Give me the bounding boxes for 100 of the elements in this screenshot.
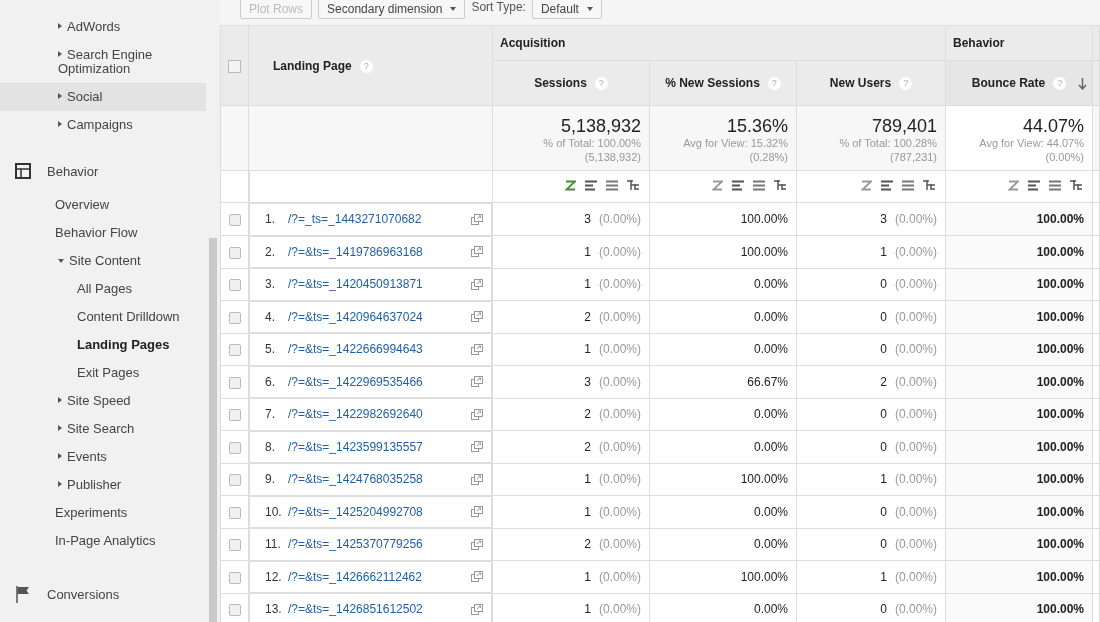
page-link[interactable]: /?=&ts=_1423599135557 xyxy=(288,439,471,454)
nav-item[interactable]: Overview xyxy=(0,191,206,219)
page-link[interactable]: /?=_ts=_1443271070682 xyxy=(288,212,471,227)
bar-view-icon[interactable] xyxy=(585,179,597,191)
pivot-view-icon[interactable] xyxy=(1070,179,1083,192)
column-header[interactable]: Landing Page ? xyxy=(248,25,493,106)
table-cell: 0 xyxy=(880,407,887,422)
row-checkbox[interactable] xyxy=(228,539,241,552)
list-view-icon[interactable] xyxy=(1049,179,1062,191)
motion-chart-icon[interactable] xyxy=(712,179,723,191)
nav-item[interactable]: Site Speed xyxy=(0,387,206,415)
open-page-icon[interactable] xyxy=(471,473,483,485)
nav-item[interactable]: Site Search xyxy=(0,415,206,443)
nav-section[interactable]: Conversions xyxy=(0,555,206,615)
open-page-icon[interactable] xyxy=(471,213,483,225)
total-base: (0.28%) xyxy=(748,150,788,164)
sort-type-dropdown[interactable]: Default xyxy=(531,0,602,19)
list-view-icon[interactable] xyxy=(902,179,915,191)
table-cell: 2 xyxy=(584,309,591,324)
list-view-icon[interactable] xyxy=(606,179,618,191)
page-link[interactable]: /?=&ts=_1422969535466 xyxy=(288,374,471,389)
page-link[interactable]: /?=&ts=_1425370779256 xyxy=(288,537,471,552)
row-checkbox[interactable] xyxy=(228,279,241,292)
page-link[interactable]: /?=&ts=_1422982692640 xyxy=(288,407,471,422)
pivot-view-icon[interactable] xyxy=(923,179,936,192)
page-link[interactable]: /?=&ts=_1425204992708 xyxy=(288,504,471,519)
table-cell: (0.00%) xyxy=(598,569,641,584)
nav-item[interactable]: Content Drilldown xyxy=(0,303,206,331)
nav-section[interactable]: Behavior xyxy=(0,139,206,191)
motion-chart-icon[interactable] xyxy=(565,179,576,191)
select-all-checkbox[interactable] xyxy=(228,59,241,73)
open-page-icon[interactable] xyxy=(471,506,483,518)
nav-item[interactable]: Exit Pages xyxy=(0,359,206,387)
page-link[interactable]: /?=&ts=_1420964637024 xyxy=(288,309,471,324)
row-checkbox[interactable] xyxy=(228,506,241,519)
motion-chart-icon[interactable] xyxy=(1008,179,1020,191)
nav-item[interactable]: Experiments xyxy=(0,499,206,527)
pivot-view-icon[interactable] xyxy=(627,179,639,192)
page-link[interactable]: /?=&ts=_1426851612502 xyxy=(288,602,471,617)
table-cell: (0.00%) xyxy=(895,244,938,259)
open-page-icon[interactable] xyxy=(471,408,483,420)
row-checkbox[interactable] xyxy=(228,474,241,487)
column-header[interactable]: New Users ? xyxy=(796,60,946,106)
bar-view-icon[interactable] xyxy=(1028,179,1041,191)
table-cell: 1 xyxy=(584,504,591,519)
nav-item[interactable]: AdWords xyxy=(0,13,206,41)
nav-item[interactable]: All Pages xyxy=(0,275,206,303)
secondary-dimension-dropdown[interactable]: Secondary dimension xyxy=(318,0,466,19)
open-page-icon[interactable] xyxy=(471,343,483,355)
table-cell: (0.00%) xyxy=(598,472,641,487)
open-page-icon[interactable] xyxy=(471,376,483,388)
pivot-view-icon[interactable] xyxy=(774,179,786,192)
row-checkbox[interactable] xyxy=(228,441,241,454)
nav-item[interactable]: Landing Pages xyxy=(0,331,206,359)
row-checkbox[interactable] xyxy=(228,409,241,422)
page-link[interactable]: /?=&ts=_1419786963168 xyxy=(288,244,471,259)
page-link[interactable]: /?=&ts=_1426662112462 xyxy=(288,569,471,584)
total-value: 789,401 xyxy=(870,116,938,136)
row-checkbox[interactable] xyxy=(228,246,241,259)
table-cell: 0 xyxy=(880,537,887,552)
row-checkbox[interactable] xyxy=(228,344,241,357)
row-checkbox[interactable] xyxy=(228,604,241,617)
page-link[interactable]: /?=&ts=_1420450913871 xyxy=(288,277,471,292)
open-page-icon[interactable] xyxy=(471,538,483,550)
row-checkbox[interactable] xyxy=(228,311,241,324)
row-checkbox[interactable] xyxy=(228,213,241,226)
open-page-icon[interactable] xyxy=(471,571,483,583)
nav-item[interactable]: Behavior Flow xyxy=(0,219,206,247)
page-link[interactable]: /?=&ts=_1422666994643 xyxy=(288,342,471,357)
nav-item[interactable]: Publisher xyxy=(0,471,206,499)
nav-item[interactable]: Events xyxy=(0,443,206,471)
row-checkbox[interactable] xyxy=(228,376,241,389)
table-cell: 0.00% xyxy=(753,602,788,617)
row-number: 12. xyxy=(265,569,283,584)
open-page-icon[interactable] xyxy=(471,441,483,453)
open-page-icon[interactable] xyxy=(471,311,483,323)
sort-descending-icon[interactable] xyxy=(1078,78,1088,90)
bar-view-icon[interactable] xyxy=(732,179,744,191)
column-header[interactable]: Bounce Rate ? xyxy=(945,60,1093,106)
nav-item[interactable]: Social xyxy=(0,83,206,111)
table-cell: 2 xyxy=(584,537,591,552)
open-page-icon[interactable] xyxy=(471,603,483,615)
nav-item[interactable]: Site Content xyxy=(0,247,206,275)
bar-view-icon[interactable] xyxy=(881,179,894,191)
column-header[interactable]: % New Sessions ? xyxy=(649,60,797,106)
total-note: Avg for View: 44.07% xyxy=(978,136,1085,150)
nav-item[interactable]: Campaigns xyxy=(0,111,206,139)
scrollbar[interactable] xyxy=(209,238,217,622)
row-checkbox[interactable] xyxy=(228,571,241,584)
total-note: % of Total: 100.00% xyxy=(542,136,641,150)
table-cell: 100.00% xyxy=(1036,407,1085,422)
nav-item[interactable]: In-Page Analytics xyxy=(0,527,206,555)
list-view-icon[interactable] xyxy=(753,179,765,191)
page-link[interactable]: /?=&ts=_1424768035258 xyxy=(288,472,471,487)
nav-item[interactable]: Search Engine Optimization xyxy=(0,41,206,83)
open-page-icon[interactable] xyxy=(471,278,483,290)
open-page-icon[interactable] xyxy=(471,246,483,258)
motion-chart-icon[interactable] xyxy=(861,179,873,191)
table-cell: 0 xyxy=(880,602,887,617)
column-header[interactable]: Sessions ? xyxy=(492,60,650,106)
